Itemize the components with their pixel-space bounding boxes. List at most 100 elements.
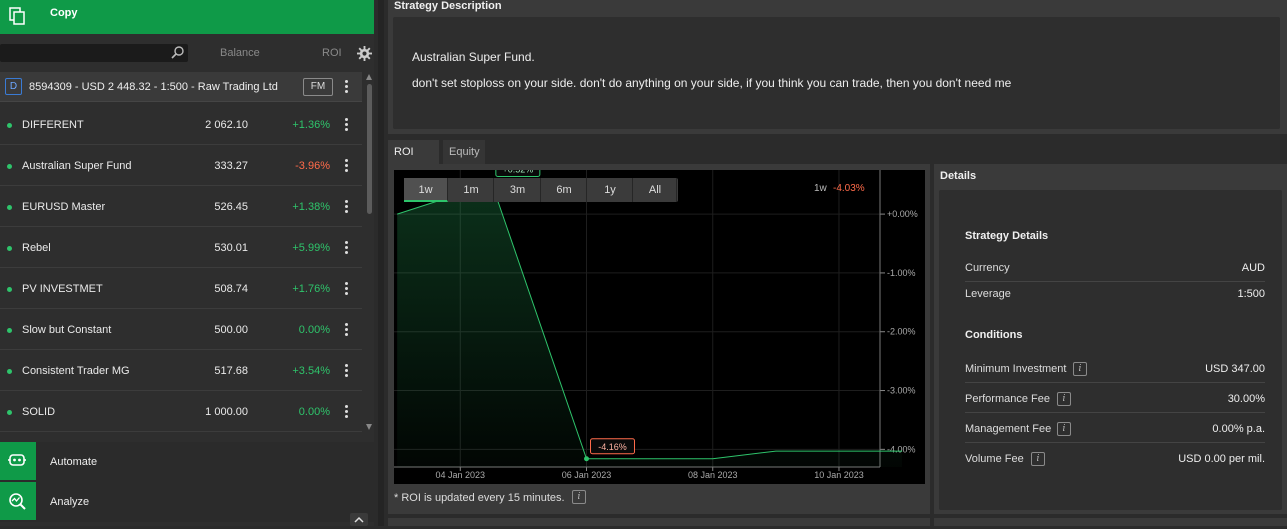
detail-row-leverage: Leverage 1:500 [965,282,1265,308]
account-selector[interactable]: D 8594309 - USD 2 448.32 - 1:500 - Raw T… [0,72,362,102]
y-tick-label: +0.00% [887,209,918,219]
status-dot [7,410,12,415]
period-label: 1w [814,183,827,194]
strategy-roi: 0.00% [298,324,330,336]
roi-chart-panel: +0.00% -1.00% -2.00% -3.00% -4.00% 04 Jan 202… [388,164,930,514]
automate-icon-box [0,442,36,480]
strategy-balance: 526.45 [214,201,248,213]
minimum-investment-value: USD 347.00 [1205,363,1265,375]
strategy-row[interactable]: DIFFERENT 2 062.10 +1.36% [0,104,362,145]
strategy-list-scrollbar[interactable] [366,72,374,434]
strategy-name: Australian Super Fund [22,160,132,172]
detail-row-currency: Currency AUD [965,256,1265,282]
strategy-roi: 0.00% [298,406,330,418]
management-fee-label: Management Fee [965,423,1052,435]
account-label: 8594309 - USD 2 448.32 - 1:500 - Raw Tra… [29,81,278,93]
automate-button[interactable]: Automate [0,442,374,482]
strategy-name: Rebel [22,242,51,254]
strategy-roi: +1.36% [292,119,330,131]
y-tick-label: -3.00% [887,386,916,396]
info-icon[interactable]: i [1057,392,1071,406]
search-icon[interactable] [171,46,184,59]
strategy-balance: 1 000.00 [205,406,248,418]
scroll-thumb[interactable] [367,84,372,214]
status-dot [7,164,12,169]
more-options-icon[interactable] [345,159,349,173]
more-options-icon[interactable] [345,323,349,337]
strategy-roi: +5.99% [292,242,330,254]
strategy-balance: 517.68 [214,365,248,377]
more-options-icon[interactable] [345,241,349,255]
gear-icon[interactable] [357,46,372,61]
roi-column-header[interactable]: ROI [322,47,342,59]
status-dot [7,246,12,251]
panel-divider[interactable] [378,0,384,526]
info-icon[interactable]: i [1057,422,1071,436]
range-button-3m[interactable]: 3m [495,178,541,202]
annotation-label: +0.52% [502,170,533,175]
strategy-row[interactable]: PV INVESTMET 508.74 +1.76% [0,268,362,309]
demo-account-badge: D [5,78,22,95]
more-options-icon[interactable] [345,282,349,296]
strategy-name: Consistent Trader MG [22,365,130,377]
range-button-1m[interactable]: 1m [449,178,494,202]
info-icon[interactable]: i [1031,452,1045,466]
strategy-row[interactable]: Australian Super Fund 333.27 -3.96% [0,145,362,186]
strategy-sidebar: Copy Balance ROI D 8594309 - USD 2 448.3… [0,0,374,526]
account-menu-icon[interactable] [345,80,349,94]
details-panel: Details Strategy Details Currency AUD Le… [934,164,1287,514]
detail-row-volume-fee: Volume Fee i USD 0.00 per mil. [965,447,1265,473]
range-button-all[interactable]: All [634,178,677,202]
more-options-icon[interactable] [345,364,349,378]
strategy-name: Slow but Constant [22,324,112,336]
more-options-icon[interactable] [345,200,349,214]
strategy-row[interactable]: SOLID 1 000.00 0.00% [0,391,362,432]
roi-update-note: * ROI is updated every 15 minutes. [394,492,565,504]
search-box[interactable] [0,44,188,62]
strategy-row[interactable]: Slow but Constant 500.00 0.00% [0,309,362,350]
status-dot [7,205,12,210]
info-icon[interactable]: i [572,490,586,504]
detail-row-performance-fee: Performance Fee i 30.00% [965,387,1265,413]
lower-panel-edge [934,518,1287,526]
details-title: Details [940,170,977,182]
range-selector: 1w 1m 3m 6m 1y All [404,178,678,202]
strategy-row[interactable]: EURUSD Master 526.45 +1.38% [0,186,362,227]
y-tick-label: -2.00% [887,327,916,337]
performance-fee-label: Performance Fee [965,393,1050,405]
tab-roi[interactable]: ROI (%) [388,140,439,182]
strategy-row[interactable]: Consistent Trader MG 517.68 +3.54% [0,350,362,391]
info-icon[interactable]: i [1073,362,1087,376]
copy-section-header[interactable]: Copy [0,0,374,34]
strategy-name: SOLID [22,406,56,418]
balance-column-header[interactable]: Balance [220,47,260,59]
x-tick-label: 04 Jan 2023 [435,470,485,480]
range-button-6m[interactable]: 6m [542,178,587,202]
annotation-label: -4.16% [598,442,627,452]
period-roi-value: -4.03% [833,183,865,194]
strategy-row[interactable]: Rebel 530.01 +5.99% [0,227,362,268]
scroll-down-arrow-icon[interactable] [366,424,372,430]
tab-equity[interactable]: Equity [443,140,485,164]
analyze-button[interactable]: Analyze [0,482,374,522]
more-options-icon[interactable] [345,118,349,132]
copy-icon [9,7,25,25]
range-button-1w[interactable]: 1w [404,178,448,202]
roi-chart[interactable]: +0.00% -1.00% -2.00% -3.00% -4.00% 04 Jan 202… [394,170,925,484]
strategy-description-panel: Strategy Description Australian Super Fu… [388,0,1287,134]
search-input[interactable] [0,44,168,62]
details-body: Strategy Details Currency AUD Leverage 1… [939,190,1282,510]
management-fee-value: 0.00% p.a. [1212,423,1265,435]
strategy-balance: 500.00 [214,324,248,336]
scroll-up-arrow-icon[interactable] [366,74,372,80]
strategy-balance: 2 062.10 [205,119,248,131]
roi-chart-svg: +0.00%-1.00%-2.00%-3.00%-4.00%04 Jan 202… [394,170,918,480]
leverage-label: Leverage [965,288,1011,300]
more-options-icon[interactable] [345,405,349,419]
lower-panel-edge [388,518,930,526]
strategy-name: DIFFERENT [22,119,84,131]
collapse-button[interactable] [350,513,368,526]
fm-badge[interactable]: FM [303,78,333,96]
x-tick-label: 10 Jan 2023 [814,470,864,480]
range-button-1y[interactable]: 1y [588,178,633,202]
